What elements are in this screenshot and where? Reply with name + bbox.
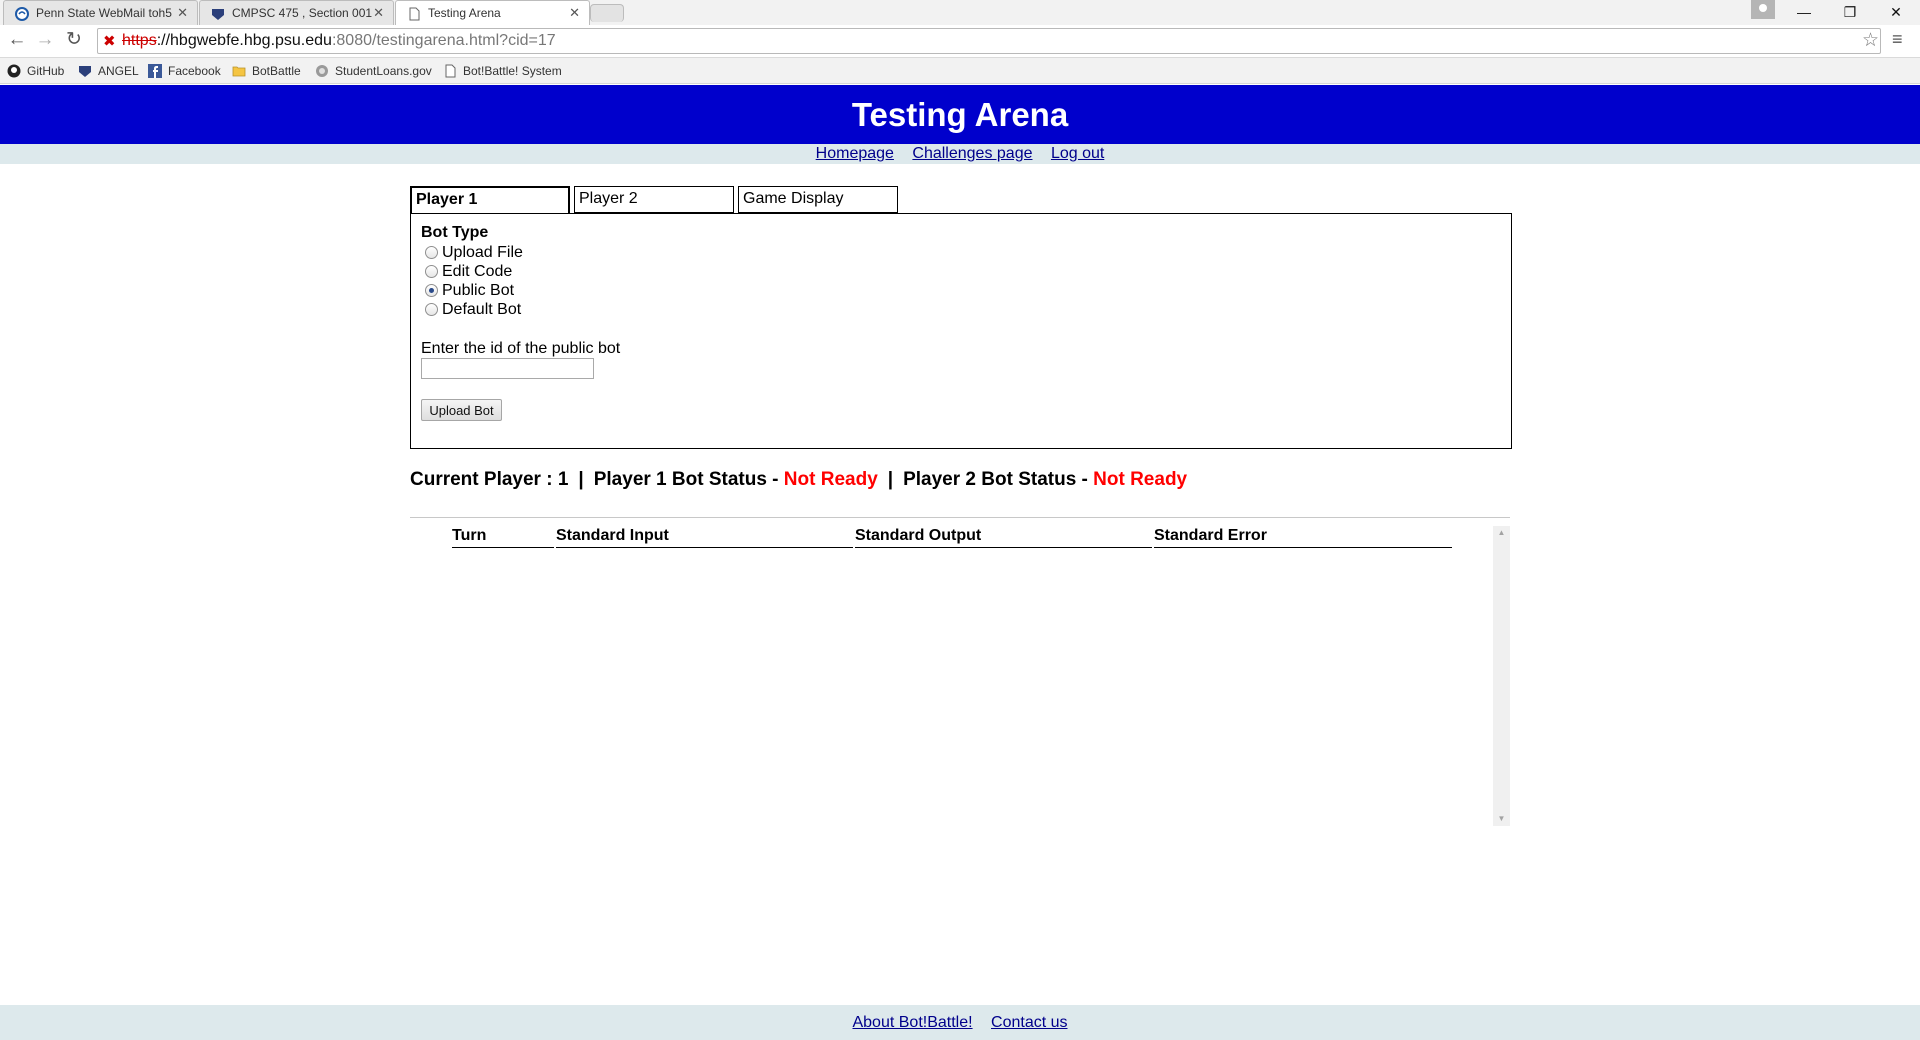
url-scheme: https (122, 32, 157, 49)
folder-icon (232, 66, 246, 77)
column-turn: Turn (452, 526, 554, 548)
forward-icon[interactable]: → (33, 29, 57, 53)
scroll-down-icon[interactable]: ▼ (1493, 812, 1510, 826)
tab-title: CMPSC 475 , Section 001 (232, 6, 373, 20)
restore-icon[interactable]: ❐ (1827, 0, 1873, 25)
bookmark-label: Bot!Battle! System (463, 64, 562, 78)
chrome-menu-icon[interactable]: ≡ (1892, 29, 1903, 50)
radio-button[interactable] (425, 265, 438, 278)
bookmark-studentloans[interactable]: StudentLoans.gov (315, 63, 432, 79)
back-icon[interactable]: ← (5, 29, 29, 53)
top-nav: Homepage Challenges page Log out (0, 144, 1920, 164)
current-player-label: Current Player : 1 (410, 469, 569, 490)
column-standard-output: Standard Output (855, 526, 1152, 548)
log-scrollbar[interactable]: ▲ ▼ (1493, 526, 1510, 826)
bookmark-label: BotBattle (252, 64, 301, 78)
browser-tabstrip: Penn State WebMail toh5 ✕ CMPSC 475 , Se… (0, 0, 1920, 25)
player-1-panel: Bot Type Upload File Edit Code Public Bo… (410, 213, 1512, 449)
column-standard-error: Standard Error (1154, 526, 1452, 548)
profile-icon[interactable] (1751, 0, 1775, 19)
player-tabs: Player 1 Player 2 Game Display (410, 186, 1512, 214)
address-bar[interactable]: ✖ https://hbgwebfe.hbg.psu.edu:8080/test… (97, 28, 1881, 54)
bookmark-botbattle-folder[interactable]: BotBattle (232, 63, 301, 79)
radio-label: Default Bot (442, 301, 522, 318)
bookmark-label: StudentLoans.gov (335, 64, 432, 78)
facebook-icon (148, 64, 162, 78)
browser-toolbar: ← → ↻ ✖ https://hbgwebfe.hbg.psu.edu:808… (0, 25, 1920, 58)
divider (410, 517, 1510, 518)
bookmarks-bar: GitHub ANGEL Facebook BotBattle StudentL… (0, 58, 1920, 84)
insecure-lock-icon[interactable]: ✖ (103, 30, 116, 54)
bookmark-github[interactable]: GitHub (7, 63, 64, 79)
radio-button-selected[interactable] (425, 284, 438, 297)
close-icon[interactable]: ✕ (373, 1, 384, 25)
radio-button[interactable] (425, 303, 438, 316)
radio-label: Edit Code (442, 263, 513, 280)
close-window-icon[interactable]: ✕ (1873, 0, 1919, 25)
tab-player-2[interactable]: Player 2 (574, 186, 734, 213)
reload-icon[interactable]: ↻ (62, 29, 86, 53)
radio-button[interactable] (425, 246, 438, 259)
status-separator: | (578, 469, 584, 490)
about-link[interactable]: About Bot!Battle! (852, 1014, 972, 1031)
bookmark-label: GitHub (27, 64, 65, 78)
upload-bot-button[interactable]: Upload Bot (421, 399, 502, 421)
player-2-status-value: Not Ready (1093, 469, 1188, 490)
bookmark-angel[interactable]: ANGEL (78, 63, 139, 79)
new-tab-button[interactable] (590, 4, 624, 22)
tab-title: Testing Arena (428, 6, 501, 20)
seal-icon (316, 65, 328, 77)
radio-label: Upload File (442, 244, 523, 261)
browser-tab-webmail[interactable]: Penn State WebMail toh5 ✕ (3, 0, 198, 25)
status-line: Current Player : 1 | Player 1 Bot Status -… (410, 469, 1187, 491)
status-separator: | (887, 469, 894, 490)
player-1-status-value: Not Ready (783, 469, 878, 490)
close-icon[interactable]: ✕ (177, 1, 188, 25)
page-icon (409, 7, 420, 21)
github-icon (7, 64, 21, 78)
footer: About Bot!Battle! Contact us (0, 1005, 1920, 1040)
bookmark-facebook[interactable]: Facebook (148, 63, 221, 79)
angel-icon (212, 9, 224, 20)
game-log: Turn Standard Input Standard Output Stan… (410, 526, 1510, 826)
page-icon (445, 64, 456, 78)
bookmark-label: Facebook (168, 64, 221, 78)
browser-tab-cmpsc[interactable]: CMPSC 475 , Section 001 ✕ (199, 0, 394, 25)
radio-label: Public Bot (442, 282, 515, 299)
page-title: Testing Arena (0, 85, 1920, 144)
tab-player-1[interactable]: Player 1 (410, 186, 570, 214)
public-bot-prompt: Enter the id of the public bot (421, 340, 621, 357)
homepage-link[interactable]: Homepage (816, 145, 894, 162)
public-bot-id-input[interactable] (421, 358, 594, 379)
player-2-status-label: Player 2 Bot Status - (903, 469, 1094, 490)
challenges-link[interactable]: Challenges page (912, 145, 1032, 162)
bookmark-label: ANGEL (98, 64, 139, 78)
logout-link[interactable]: Log out (1051, 145, 1104, 162)
column-standard-input: Standard Input (556, 526, 853, 548)
browser-tab-testing-arena[interactable]: Testing Arena ✕ (395, 0, 590, 25)
url-host: hbgwebfe.hbg.psu.edu (170, 32, 332, 49)
close-icon[interactable]: ✕ (569, 1, 580, 25)
page: Testing Arena Homepage Challenges page L… (0, 85, 1920, 1040)
player-1-status-label: Player 1 Bot Status - (593, 469, 784, 490)
shield-icon (79, 66, 91, 77)
bookmark-botbattle-system[interactable]: Bot!Battle! System (443, 63, 562, 79)
minimize-icon[interactable]: — (1781, 0, 1827, 25)
contact-link[interactable]: Contact us (991, 1014, 1067, 1031)
tab-title: Penn State WebMail toh5 (36, 6, 172, 20)
url-separator: :// (156, 32, 171, 49)
tab-game-display[interactable]: Game Display (738, 186, 898, 213)
scroll-up-icon[interactable]: ▲ (1493, 526, 1510, 540)
url-path: :8080/testingarena.html?cid=17 (331, 32, 556, 49)
bookmark-star-icon[interactable]: ☆ (1862, 29, 1879, 52)
bot-type-heading: Bot Type (421, 224, 489, 241)
webmail-icon (15, 7, 29, 21)
